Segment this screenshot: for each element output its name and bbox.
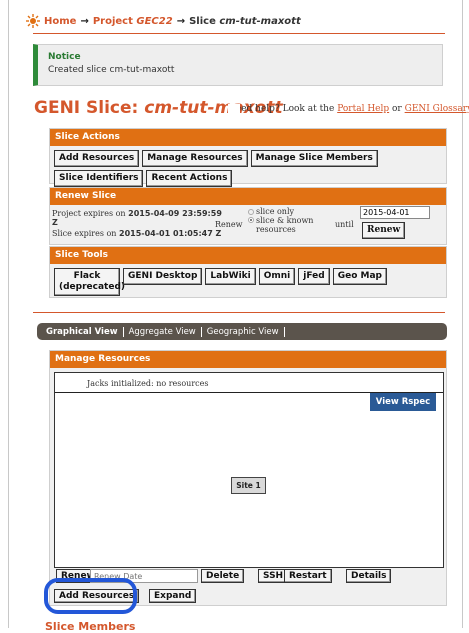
radio-slice-known[interactable]: slice & known resources [248,216,348,234]
slice-actions-panel: Slice Actions Add Resources Manage Resou… [49,128,447,187]
project-prefix: Project [92,15,133,27]
slice-expires-value: 2015-04-01 01:05:47 Z [119,229,222,238]
project-expiry: Project expires on 2015-04-09 23:59:59 Z [52,209,222,227]
project-expires-label: Project expires on [52,209,126,218]
tab-graphical-view[interactable]: Graphical View [41,326,124,337]
highlight-circle [44,578,137,614]
manage-slice-members-button[interactable]: Manage Slice Members [250,150,378,167]
geni-desktop-button[interactable]: GENI Desktop [123,268,203,285]
notice-title: Notice [48,52,81,62]
help-or: or [392,104,402,114]
jacks-canvas[interactable]: Jacks initialized: no resources View Rsp… [54,372,444,568]
breadcrumb: Home → Project GEC22 → Slice cm-tut-maxo… [26,14,301,28]
slice-expiry: Slice expires on 2015-04-01 01:05:47 Z [52,229,221,238]
radio-icon[interactable] [248,209,254,215]
breadcrumb-current: Slice cm-tut-maxott [189,16,301,27]
jacks-status: Jacks initialized: no resources [87,379,209,388]
jfed-button[interactable]: jFed [298,268,330,285]
slice-prefix: Slice [189,15,216,27]
tab-aggregate-view[interactable]: Aggregate View [124,326,202,337]
notice-message: Created slice cm-tut-maxott [48,65,175,75]
manage-resources-header: Manage Resources [50,351,446,368]
portal-help-link[interactable]: Portal Help [337,104,389,114]
view-tabs: Graphical View Aggregate View Geographic… [37,323,447,340]
slice-expires-label: Slice expires on [52,229,117,238]
renew-button[interactable]: Renew [362,222,406,239]
restart-button[interactable]: Restart [284,569,332,583]
breadcrumb-home-link[interactable]: Home [44,16,76,27]
omni-button[interactable]: Omni [258,268,296,285]
labwiki-button[interactable]: LabWiki [205,268,256,285]
slice-tools-buttons: Flack (deprecated) GENI Desktop LabWiki … [50,264,446,300]
renew-options: slice only slice & known resources [248,207,348,234]
expand-button[interactable]: Expand [149,589,197,603]
project-expires-tz: Z [52,218,58,227]
radio-slice-known-label: slice & known resources [256,216,314,234]
delete-button[interactable]: Delete [201,569,245,583]
geo-map-button[interactable]: Geo Map [332,268,387,285]
slice-name: cm-tut-maxott [219,15,301,27]
breadcrumb-arrow: → [176,15,186,27]
renew-slice-header: Renew Slice [50,188,446,205]
help-lead: Need help? Look at the [228,104,335,114]
recent-actions-button[interactable]: Recent Actions [146,170,233,187]
flack-button[interactable]: Flack (deprecated) [54,268,125,296]
until-label: until [335,220,354,229]
view-rspec-button[interactable]: View Rspec [370,393,436,411]
project-name: GEC22 [136,15,173,27]
renew-label: Renew [215,220,243,229]
section-divider [33,312,445,313]
slice-tools-header: Slice Tools [50,247,446,264]
notice-box: Notice Created slice cm-tut-maxott [33,44,443,86]
header-divider [33,33,445,34]
renew-date-input[interactable] [360,206,430,219]
renew-slice-panel: Renew Slice Project expires on 2015-04-0… [49,187,447,245]
help-text: Need help? Look at the Portal Help or GE… [228,104,469,114]
renew-form: Project expires on 2015-04-09 23:59:59 Z … [50,205,446,245]
breadcrumb-arrow: → [80,15,89,27]
project-expires-value: 2015-04-09 23:59:59 [128,209,222,218]
radio-slice-only-label: slice only [256,207,295,216]
geni-logo-icon [26,14,40,28]
breadcrumb-project-link[interactable]: Project GEC22 [93,16,173,27]
slice-members-heading: Slice Members [45,620,136,633]
title-overlap-mask [228,104,240,116]
radio-selected-icon[interactable] [248,217,254,223]
slice-tools-panel: Slice Tools Flack (deprecated) GENI Desk… [49,246,447,298]
manage-resources-button[interactable]: Manage Resources [142,150,248,167]
tab-geographic-view[interactable]: Geographic View [202,326,285,337]
site-node[interactable]: Site 1 [231,477,266,494]
slice-actions-header: Slice Actions [50,129,446,146]
radio-slice-only[interactable]: slice only [248,207,348,216]
details-button[interactable]: Details [346,569,392,583]
slice-actions-buttons: Add Resources Manage Resources Manage Sl… [50,146,446,191]
add-resources-button[interactable]: Add Resources [54,150,140,167]
slice-identifiers-button[interactable]: Slice Identifiers [54,170,144,187]
geni-glossary-link[interactable]: GENI Glossary [405,104,469,114]
title-prefix: GENI Slice: [34,98,139,118]
